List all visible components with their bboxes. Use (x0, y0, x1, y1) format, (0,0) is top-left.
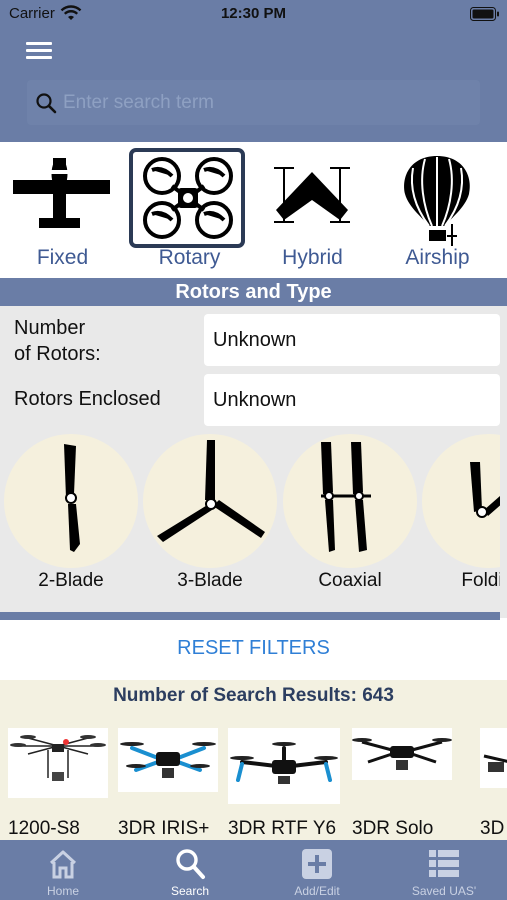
result-name: 3DR IRIS+ (118, 818, 210, 839)
tab-label: Add/Edit (294, 884, 340, 898)
tab-label: Search (170, 884, 210, 898)
list-icon (429, 850, 459, 877)
search-input[interactable] (63, 80, 473, 125)
header: Carrier 12:30 PM (0, 0, 507, 142)
section-title: Rotors and Type (175, 281, 332, 303)
result-item[interactable]: 1200-S8 (8, 728, 108, 840)
drone-thumbnail (118, 728, 218, 792)
hot-air-balloon-icon (404, 156, 470, 246)
result-item[interactable]: 3DR IRIS+ (118, 728, 218, 840)
search-bar (27, 80, 480, 125)
menu-button[interactable] (26, 40, 54, 62)
result-item[interactable]: 3D (480, 728, 507, 840)
category-hybrid[interactable]: Hybrid (250, 142, 375, 278)
drone-thumbnail (480, 728, 507, 788)
blade-label: Foldi (461, 570, 500, 591)
tab-label: Saved UAS' (411, 884, 477, 898)
blade-label: 2-Blade (38, 570, 104, 591)
reset-area: RESET FILTERS (0, 620, 507, 680)
fixed-wing-airplane-icon (13, 158, 110, 228)
aircraft-category-row: Fixed Rotary Hybrid Airship (0, 142, 507, 278)
blade-option-3-blade[interactable]: 3-Blade (143, 434, 277, 618)
hamburger-icon (26, 42, 52, 45)
drone-thumbnail (8, 728, 108, 798)
blade-option-folding[interactable]: Foldi (422, 434, 500, 618)
blade-option-coaxial[interactable]: Coaxial (283, 434, 417, 618)
tab-add-edit[interactable]: Add/Edit (254, 840, 380, 900)
category-label: Fixed (36, 246, 89, 269)
blade-label: Coaxial (318, 570, 382, 591)
category-rotary[interactable]: Rotary (127, 142, 252, 278)
tab-saved-uas[interactable]: Saved UAS' (381, 840, 507, 900)
hybrid-vtol-icon (274, 167, 350, 223)
coaxial-propeller-icon (321, 442, 371, 552)
add-icon (302, 849, 332, 879)
rotors-label-line1: Number (14, 317, 86, 339)
tab-home[interactable]: Home (0, 840, 126, 900)
filter-panel: Number of Rotors: Unknown Rotors Enclose… (0, 306, 507, 618)
search-icon (176, 849, 205, 879)
folding-propeller-icon (470, 462, 500, 518)
quadcopter-icon (143, 157, 233, 239)
two-blade-propeller-icon (64, 444, 80, 552)
tab-label: Home (46, 884, 79, 898)
app-screen: Carrier 12:30 PM Enter search term Fixed… (0, 0, 507, 900)
blade-label: 3-Blade (177, 570, 243, 591)
result-name: 1200-S8 (8, 818, 80, 839)
search-results: Number of Search Results: 643 1200-S8 3D… (0, 680, 507, 840)
result-name: 3D (480, 818, 505, 839)
battery-icon (470, 7, 499, 21)
tab-search[interactable]: Search (127, 840, 253, 900)
category-airship[interactable]: Airship (375, 142, 500, 278)
rotors-count-select[interactable]: Unknown (204, 314, 500, 366)
status-time: 12:30 PM (220, 5, 287, 22)
category-fixed[interactable]: Fixed (0, 142, 125, 278)
result-item[interactable]: 3DR RTF Y6 (228, 728, 340, 840)
status-bar: Carrier 12:30 PM (0, 0, 507, 28)
tab-bar: Home Search Add/Edit Saved UAS' (0, 840, 507, 900)
rotors-enclosed-label: Rotors Enclosed (14, 388, 161, 410)
rotors-label-line2: of Rotors: (14, 343, 101, 365)
home-icon (49, 850, 77, 879)
result-name: 3DR RTF Y6 (228, 818, 337, 839)
drone-thumbnail (352, 728, 452, 780)
category-label: Airship (405, 246, 470, 269)
results-count: Number of Search Results: 643 (113, 685, 394, 706)
section-divider (0, 612, 500, 620)
category-label: Rotary (158, 246, 221, 269)
three-blade-propeller-icon (157, 440, 265, 542)
rotors-enclosed-select[interactable]: Unknown (204, 374, 500, 426)
reset-filters-button[interactable]: RESET FILTERS (0, 637, 507, 660)
section-header: Rotors and Type (0, 278, 507, 306)
drone-thumbnail (228, 728, 340, 804)
result-item[interactable]: 3DR Solo (352, 728, 452, 840)
category-label: Hybrid (282, 246, 343, 269)
blade-option-2-blade[interactable]: 2-Blade (4, 434, 138, 618)
result-name: 3DR Solo (352, 818, 434, 839)
rotors-count-label: Number of Rotors: (14, 315, 101, 367)
search-icon (36, 93, 57, 114)
